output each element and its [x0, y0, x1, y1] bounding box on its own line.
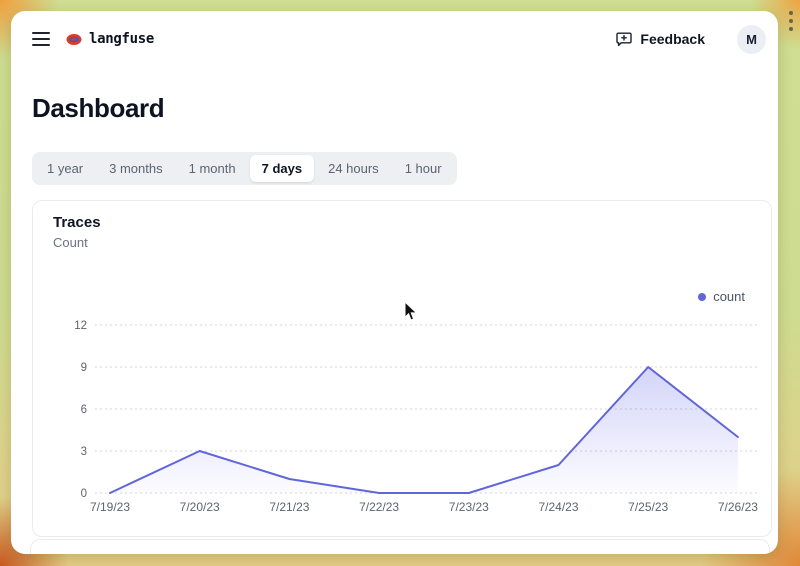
brand-name: langfuse	[89, 31, 154, 47]
menu-icon[interactable]	[32, 32, 50, 46]
app-window: langfuse Feedback M Dashboard 1 year3 mo…	[11, 11, 778, 554]
next-card-peek	[30, 539, 770, 554]
card-title: Traces	[53, 214, 751, 231]
tab-24-hours[interactable]: 24 hours	[316, 155, 391, 182]
langfuse-logo-icon	[66, 33, 82, 46]
tab-1-year[interactable]: 1 year	[35, 155, 95, 182]
avatar-initial: M	[746, 32, 757, 47]
feedback-button[interactable]: Feedback	[610, 27, 711, 51]
x-tick-label: 7/26/23	[718, 500, 758, 514]
y-tick-label: 12	[74, 320, 87, 332]
avatar[interactable]: M	[737, 25, 766, 54]
tab-1-month[interactable]: 1 month	[177, 155, 248, 182]
page-title: Dashboard	[32, 93, 757, 124]
tab-7-days[interactable]: 7 days	[250, 155, 314, 182]
card-subtitle: Count	[53, 235, 751, 250]
area-fill	[110, 367, 738, 493]
traces-card: Traces Count count 0369127/19/237/20/237…	[32, 200, 772, 537]
traces-chart[interactable]: 0 3 6 9 12 7/19/23 7/20/23 7/21/23 7/22/23 7/23/2…	[43, 285, 763, 535]
x-tick-label: 7/21/23	[269, 500, 309, 514]
y-tick-label: 3	[81, 446, 87, 458]
feedback-bubble-icon	[616, 32, 632, 47]
x-tick-label: 7/23/23	[449, 500, 489, 514]
x-tick-label: 7/19/23	[90, 500, 130, 514]
frame-grip-dots	[789, 11, 793, 31]
top-bar: langfuse Feedback M	[11, 11, 778, 67]
x-tick-label: 7/20/23	[180, 500, 220, 514]
x-tick-label: 7/25/23	[628, 500, 668, 514]
y-tick-label: 0	[81, 488, 87, 500]
tab-1-hour[interactable]: 1 hour	[393, 155, 454, 182]
x-tick-label: 7/22/23	[359, 500, 399, 514]
time-range-tabs: 1 year3 months1 month7 days24 hours1 hou…	[32, 152, 457, 185]
main-content: Dashboard 1 year3 months1 month7 days24 …	[11, 93, 778, 537]
screen: { "header": { "brand": "langfuse", "feed…	[0, 0, 800, 566]
tab-3-months[interactable]: 3 months	[97, 155, 174, 182]
x-tick-label: 7/24/23	[538, 500, 578, 514]
y-tick-label: 6	[81, 404, 87, 416]
brand[interactable]: langfuse	[66, 31, 154, 47]
y-tick-label: 9	[81, 362, 87, 374]
feedback-label: Feedback	[640, 31, 705, 47]
